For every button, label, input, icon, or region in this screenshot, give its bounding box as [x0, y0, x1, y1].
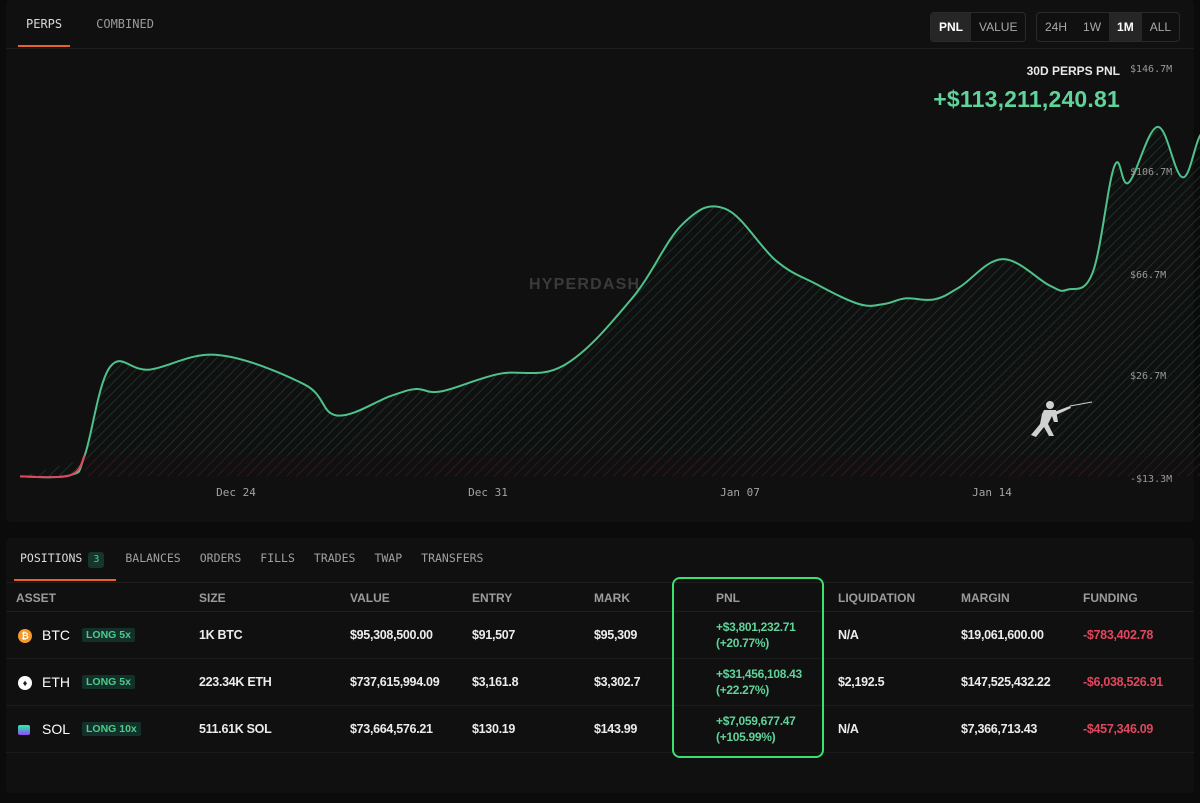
leverage-badge: LONG 5x — [82, 628, 135, 642]
y-tick-label: -$13.3M — [1130, 474, 1173, 485]
tab-orders[interactable]: ORDERS — [194, 538, 248, 580]
y-tick-label: $106.7M — [1130, 167, 1173, 178]
column-header-mark[interactable]: MARK — [594, 591, 630, 605]
pnl-value: +$31,456,108.43 (+22.27%) — [716, 666, 802, 698]
tab-twap[interactable]: TWAP — [368, 538, 408, 580]
column-header-asset[interactable]: ASSET — [16, 591, 56, 605]
y-tick-label: $66.7M — [1130, 270, 1167, 281]
pnl-summary-value: +$113,211,240.81 — [933, 86, 1120, 112]
table-row[interactable]: ₿ BTC LONG 5x 1K BTC $95,308,500.00 $91,… — [6, 612, 1194, 659]
funding-value: -$457,346.09 — [1083, 722, 1154, 736]
position-size: 1K BTC — [199, 628, 243, 642]
tab-transfers[interactable]: TRANSFERS — [415, 538, 489, 580]
entry-price: $130.19 — [472, 722, 516, 736]
positions-panel: POSITIONS 3 BALANCES ORDERS FILLS TRADES … — [6, 538, 1194, 793]
margin-value: $7,366,713.43 — [961, 722, 1038, 736]
liquidation-price: $2,192.5 — [838, 675, 885, 689]
margin-value: $19,061,600.00 — [961, 628, 1044, 642]
pnl-chart — [19, 125, 1200, 479]
positions-tabs: POSITIONS 3 BALANCES ORDERS FILLS TRADES … — [14, 538, 496, 581]
positions-count-badge: 3 — [88, 552, 105, 568]
column-header-liquidation[interactable]: LIQUIDATION — [838, 591, 915, 605]
negative-area-fill — [84, 455, 1200, 477]
pnl-value: +$3,801,232.71 (+20.77%) — [716, 619, 796, 651]
x-tick-label: Jan 14 — [972, 486, 1012, 499]
asset-symbol[interactable]: SOL — [42, 721, 70, 737]
asset-symbol[interactable]: ETH — [42, 674, 70, 690]
column-header-margin[interactable]: MARGIN — [961, 591, 1010, 605]
column-header-entry[interactable]: ENTRY — [472, 591, 512, 605]
pnl-amount: +$31,456,108.43 — [716, 667, 802, 681]
table-row[interactable]: SOL LONG 10x 511.61K SOL $73,664,576.21 … — [6, 706, 1194, 753]
position-value: $95,308,500.00 — [350, 628, 433, 642]
asset-symbol[interactable]: BTC — [42, 627, 70, 643]
y-tick-label: $146.7M — [1130, 64, 1173, 75]
column-header-size[interactable]: SIZE — [199, 591, 226, 605]
margin-value: $147,525,432.22 — [961, 675, 1051, 689]
funding-value: -$6,038,526.91 — [1083, 675, 1163, 689]
x-tick-label: Dec 31 — [468, 486, 508, 499]
pnl-amount: +$3,801,232.71 — [716, 620, 796, 634]
pnl-summary-title: 30D PERPS PNL — [1026, 64, 1120, 78]
mark-price: $143.99 — [594, 722, 638, 736]
entry-price: $3,161.8 — [472, 675, 519, 689]
position-size: 511.61K SOL — [199, 722, 272, 736]
solana-icon — [18, 725, 30, 735]
funding-value: -$783,402.78 — [1083, 628, 1154, 642]
leverage-badge: LONG 5x — [82, 675, 135, 689]
column-header-funding[interactable]: FUNDING — [1083, 591, 1138, 605]
pnl-percent: (+22.27%) — [716, 683, 769, 697]
leverage-badge: LONG 10x — [82, 722, 141, 736]
pnl-percent: (+20.77%) — [716, 636, 769, 650]
pnl-value: +$7,059,677.47 (+105.99%) — [716, 713, 796, 745]
ethereum-icon: ♦ — [18, 676, 32, 690]
table-row[interactable]: ♦ ETH LONG 5x 223.34K ETH $737,615,994.0… — [6, 659, 1194, 706]
mark-price: $3,302.7 — [594, 675, 641, 689]
pnl-area-fill — [20, 126, 1200, 478]
tab-trades[interactable]: TRADES — [308, 538, 362, 580]
x-tick-label: Dec 24 — [216, 486, 256, 499]
liquidation-price: N/A — [838, 628, 859, 642]
entry-price: $91,507 — [472, 628, 516, 642]
column-header-pnl[interactable]: PNL — [716, 591, 740, 605]
x-tick-label: Jan 07 — [720, 486, 760, 499]
pnl-amount: +$7,059,677.47 — [716, 714, 796, 728]
position-value: $73,664,576.21 — [350, 722, 433, 736]
pnl-percent: (+105.99%) — [716, 730, 776, 744]
y-tick-label: $26.7M — [1130, 371, 1167, 382]
tab-fills[interactable]: FILLS — [254, 538, 301, 580]
mark-price: $95,309 — [594, 628, 638, 642]
position-size: 223.34K ETH — [199, 675, 272, 689]
bitcoin-icon: ₿ — [18, 629, 32, 643]
position-value: $737,615,994.09 — [350, 675, 440, 689]
column-header-value[interactable]: VALUE — [350, 591, 390, 605]
tab-positions[interactable]: POSITIONS 3 — [14, 538, 117, 581]
tab-balances[interactable]: BALANCES — [119, 538, 186, 580]
tab-positions-label: POSITIONS — [20, 551, 83, 565]
positions-table-header: ASSET SIZE VALUE ENTRY MARK PNL LIQUIDAT… — [6, 582, 1194, 612]
liquidation-price: N/A — [838, 722, 859, 736]
